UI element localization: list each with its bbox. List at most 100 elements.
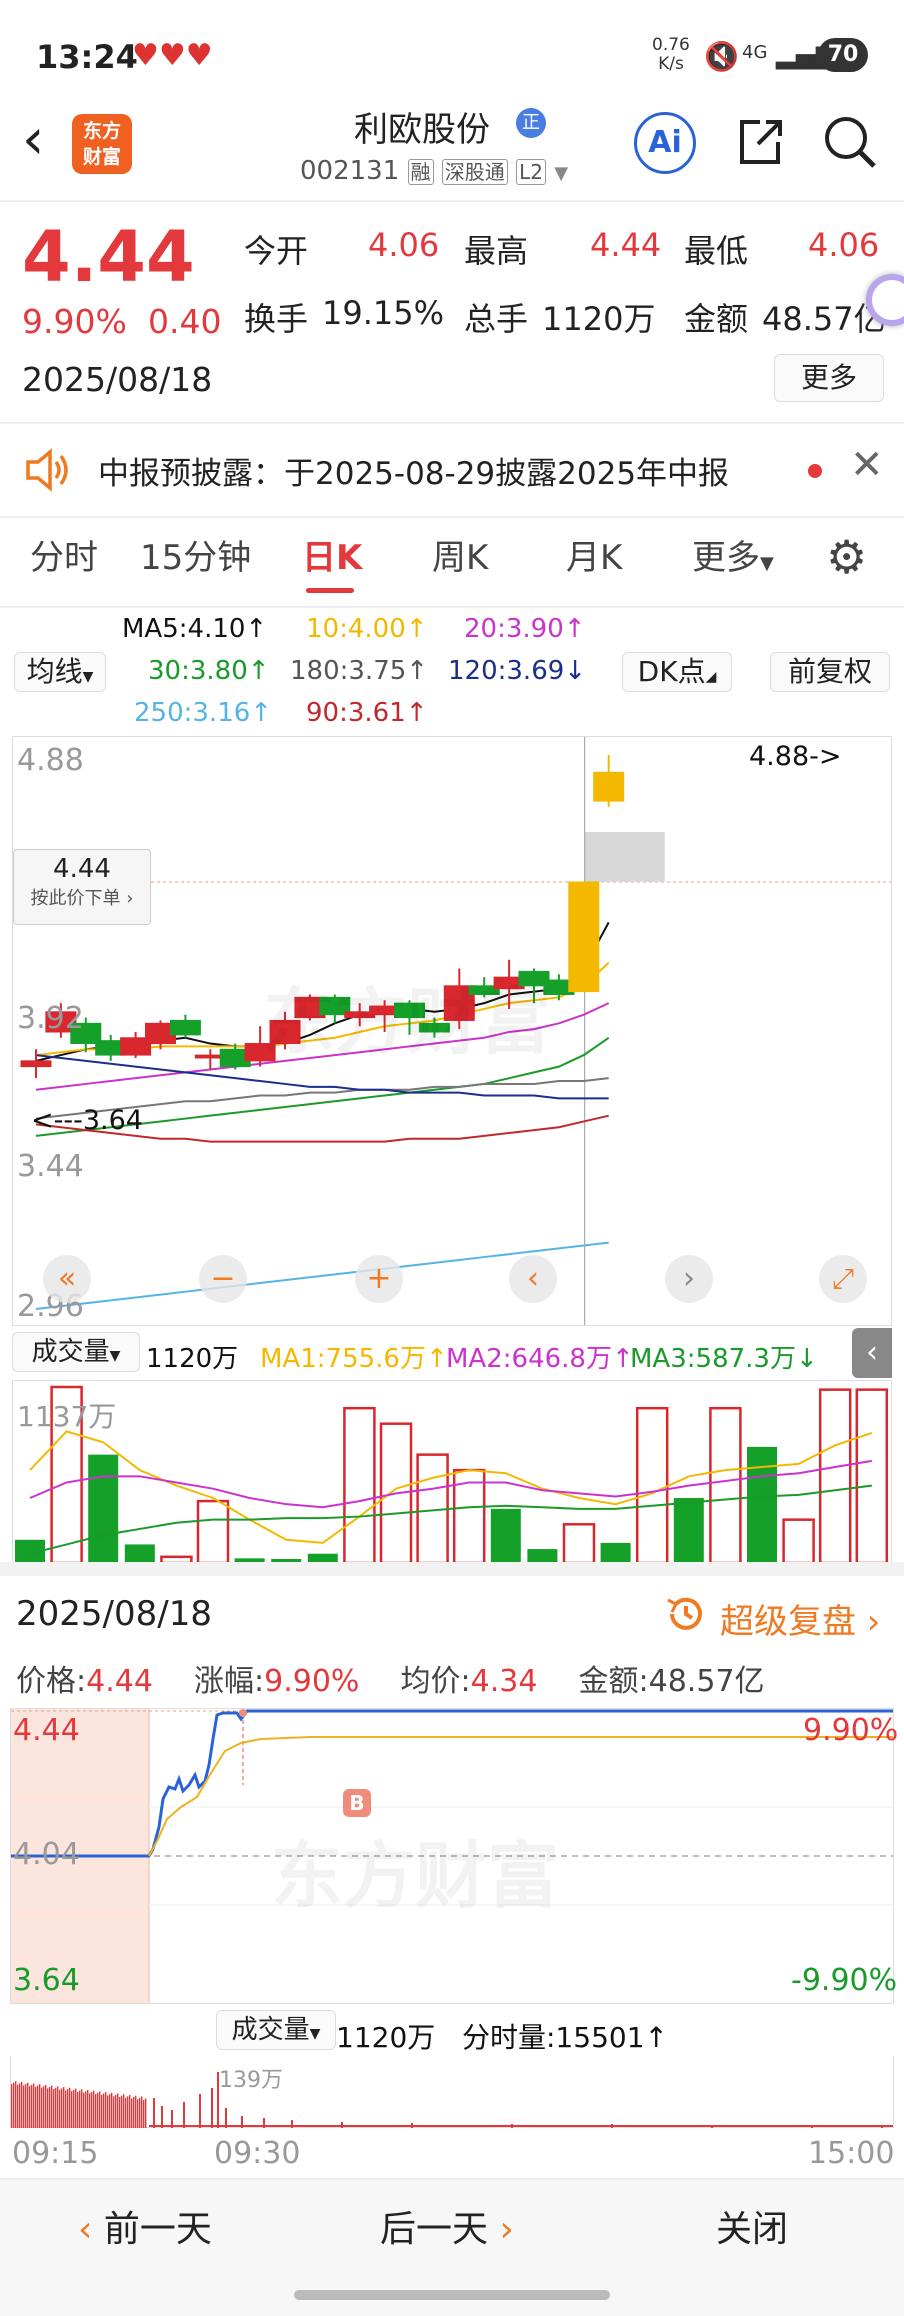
order-price-tag[interactable]: 4.44 按此价下单 › [13, 849, 151, 925]
auction-volume-bar [37, 2085, 39, 2128]
volume-label: 总手 [464, 300, 529, 338]
intraday-chart[interactable]: 东方财富 4.44 4.04 3.64 9.90% -9.90% B [10, 1708, 898, 2004]
ai-button[interactable]: Ai [634, 112, 696, 174]
intraday-volume-svg [11, 2072, 893, 2128]
intraday-volume-chart[interactable]: 139万 [10, 2056, 894, 2128]
auction-volume-bar [19, 2083, 21, 2128]
move-right-button[interactable]: › [665, 1255, 713, 1303]
watermark: 东方财富 [263, 980, 552, 1064]
intraday-volume-bar [183, 2102, 185, 2128]
auction-volume-bar [53, 2089, 55, 2128]
tab-weekly[interactable]: 周K [432, 530, 488, 579]
zoom-left-fast-button[interactable]: « [43, 1255, 91, 1303]
search-icon[interactable] [820, 112, 880, 172]
intraday-volume-bar [211, 2088, 213, 2128]
stock-code-row[interactable]: 002131 融 深股通 L2 ▼ [300, 156, 568, 186]
share-icon[interactable] [730, 112, 790, 172]
volume-indicator-selector[interactable]: 成交量▼ [12, 1332, 140, 1372]
dk-point-button[interactable]: DK点◢ [622, 652, 732, 692]
next-day-button[interactable]: 后一天 › [380, 2200, 514, 2252]
auction-volume-bar [61, 2088, 63, 2128]
volume-bar [562, 1523, 596, 1563]
intraday-volume-bar [153, 2098, 155, 2128]
tab-monthly[interactable]: 月K [566, 530, 622, 579]
ma-legend: 均线▼ MA5:4.10↑ 10:4.00↑ 20:3.90↑ 30:3.80↑… [0, 608, 904, 736]
ma30-value: 30:3.80↑ [148, 656, 270, 686]
home-indicator [294, 2290, 610, 2300]
low-label: 最低 [684, 232, 749, 270]
zoom-out-button[interactable]: − [199, 1255, 247, 1303]
turnover-label: 换手 [244, 300, 309, 338]
auction-volume-bar [115, 2094, 117, 2128]
tab-intraday[interactable]: 分时 [30, 530, 98, 579]
auction-volume-bar [143, 2099, 145, 2128]
volume-bar [818, 1388, 852, 1563]
auction-volume-bar [71, 2091, 73, 2128]
status-bar: 13:24 ♥♥♥ 0.76 K/s 🔇 4G ▂▄▆ 70 [0, 0, 904, 110]
notice-bar[interactable]: 中报预披露：于2025-08-29披露2025年中报 ✕ [0, 424, 904, 516]
avg-label: 均价: [400, 1664, 471, 1699]
ma-type-selector[interactable]: 均线▼ [14, 652, 106, 692]
avg-value: 4.34 [470, 1664, 538, 1699]
buy-point [239, 1709, 247, 1717]
intraday-watermark: 东方财富 [271, 1834, 560, 1918]
more-button[interactable]: 更多 [774, 354, 884, 402]
volume-ma2: MA2:646.8万↑ [446, 1344, 634, 1374]
auction-volume-bar [17, 2084, 19, 2128]
adjust-selector[interactable]: 前复权 [770, 652, 890, 692]
auction-volume-bar [11, 2084, 13, 2128]
buy-marker[interactable]: B [343, 1789, 371, 1817]
auction-volume-bar [103, 2093, 105, 2128]
move-left-button[interactable]: ‹ [509, 1255, 557, 1303]
intraday-header: 2025/08/18 超级复盘 › 价格:4.44 涨幅:9.90% 均价:4.… [0, 1576, 904, 1706]
corner-triangle-icon: ◢ [705, 669, 717, 685]
prev-day-button[interactable]: ‹ 前一天 [78, 2200, 212, 2252]
side-panel-toggle-icon[interactable]: ‹ [852, 1328, 892, 1378]
ma120-value: 120:3.69↓ [448, 656, 587, 686]
notification-icons: ♥♥♥ [132, 38, 213, 73]
volume-y-top: 1137万 [17, 1400, 117, 1433]
volume-bar [600, 1542, 631, 1563]
auction-volume-bar [23, 2085, 25, 2128]
open-label: 今开 [244, 232, 309, 270]
y-label-top: 4.88 [17, 743, 84, 778]
auction-volume-bar [49, 2086, 51, 2128]
candle-body [20, 1060, 52, 1068]
back-icon[interactable]: ‹ [22, 110, 44, 170]
tab-active-underline [306, 588, 354, 593]
auction-volume-bar [85, 2091, 87, 2128]
gear-icon[interactable]: ⚙ [826, 534, 867, 580]
stock-name: 利欧股份 [354, 110, 490, 150]
volume-bar [490, 1508, 521, 1563]
tick-volume: 分时量:15501↑ [462, 2021, 668, 2054]
change-value: 9.90% [264, 1664, 360, 1699]
intraday-volume-selector[interactable]: 成交量▼ [216, 2010, 336, 2050]
auction-volume-bar [111, 2092, 113, 2128]
close-icon[interactable]: ✕ [850, 442, 884, 488]
current-highlight [584, 831, 665, 882]
intraday-date: 2025/08/18 [16, 1594, 212, 1634]
chevron-right-icon: › [499, 2209, 514, 2250]
auction-volume-bar [67, 2089, 69, 2128]
auction-volume-bar [99, 2091, 101, 2128]
tab-daily[interactable]: 日K [302, 530, 362, 579]
volume-bar [709, 1406, 742, 1563]
auction-volume-bar [51, 2085, 53, 2128]
volume-bar [527, 1549, 558, 1563]
close-button[interactable]: 关闭 [716, 2200, 788, 2252]
volume-legend: 成交量▼ 1120万 MA1:755.6万↑ MA2:646.8万↑ MA3:5… [12, 1328, 892, 1378]
volume-bar [196, 1499, 230, 1563]
volume-bar [124, 1544, 155, 1563]
ma90-value: 90:3.61↑ [306, 698, 428, 728]
super-replay-link[interactable]: 超级复盘 › [720, 1594, 880, 1643]
tab-more[interactable]: 更多▼ [692, 530, 774, 579]
fullscreen-icon[interactable]: ⤢ [819, 1255, 867, 1303]
ma180-value: 180:3.75↑ [290, 656, 429, 686]
tab-15min[interactable]: 15分钟 [140, 530, 251, 579]
zoom-in-button[interactable]: + [355, 1255, 403, 1303]
history-icon [664, 1592, 708, 1636]
volume-chart[interactable]: 1137万 [12, 1380, 892, 1563]
kline-chart[interactable]: 东方财富 4.88 3.92 3.44 2.96 4.44 按此价下单 › 4.… [12, 736, 892, 1326]
auction-volume-bar [105, 2092, 107, 2128]
volume-bar [88, 1454, 119, 1563]
